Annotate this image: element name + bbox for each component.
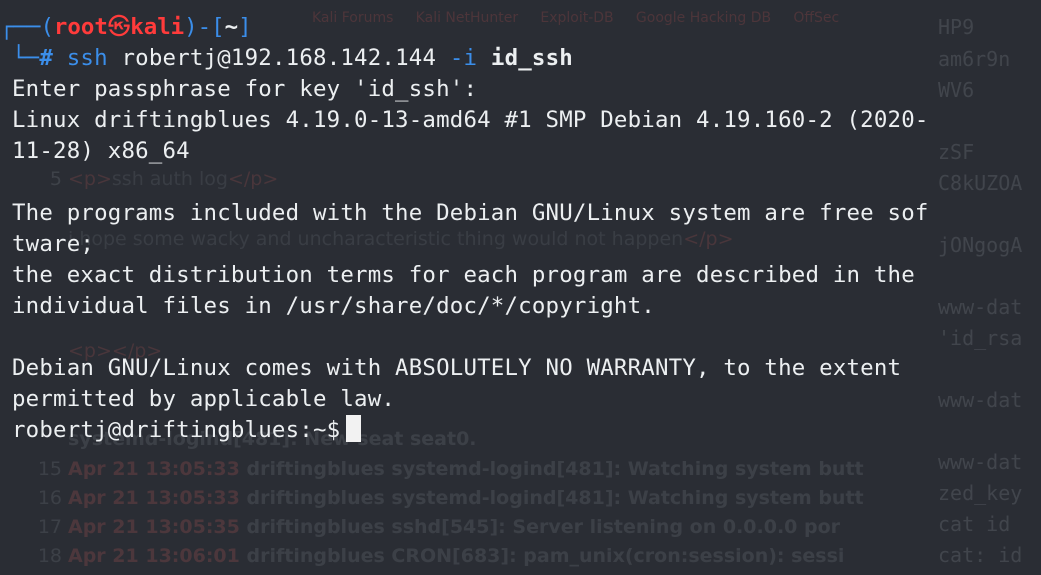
ghost-side-text: zed_key	[938, 481, 1023, 505]
uname-line-1: Linux driftingblues 4.19.0-13-amd64 #1 S…	[12, 107, 929, 133]
ghost-log-line: 18 Apr 21 13:06:01 driftingblues CRON[683…	[37, 545, 845, 567]
prompt-hash: #	[39, 45, 54, 71]
ghost-side-text: cat id	[938, 512, 1011, 536]
ghost-log-line: 16 Apr 21 13:05:33 driftingblues systemd-…	[37, 487, 864, 509]
ghost-side-text: cat: id	[938, 543, 1023, 567]
terminal-window[interactable]: Kali Forums Kali NetHunter Exploit-DB Go…	[0, 0, 1041, 575]
prompt-host: kali	[130, 14, 185, 40]
motd-line-4: individual files in /usr/share/doc/*/cop…	[12, 293, 655, 319]
remote-prompt-line[interactable]: robertj@driftingblues:~$	[12, 415, 1032, 446]
command-bin: ssh	[66, 45, 108, 71]
terminal-output[interactable]: └─# ssh robertj@192.168.142.144 -i id_ss…	[12, 43, 1032, 446]
command-target: robertj@192.168.142.144	[121, 45, 437, 71]
ghost-side-text: HP9	[938, 15, 975, 39]
kali-prompt-header: ┌──(root㉿kali)-[~]	[0, 14, 252, 40]
passphrase-prompt: Enter passphrase for key 'id_ssh':	[12, 76, 478, 102]
warranty-line-2: permitted by applicable law.	[12, 386, 396, 412]
motd-line-1: The programs included with the Debian GN…	[12, 200, 929, 226]
command-line: └─# ssh robertj@192.168.142.144 -i id_ss…	[12, 45, 573, 71]
skull-icon: ㉿	[107, 14, 131, 40]
motd-line-2: tware;	[12, 231, 95, 257]
command-file: id_ssh	[490, 45, 573, 71]
remote-prompt: robertj@driftingblues:~$	[12, 417, 341, 443]
terminal-cursor[interactable]	[346, 415, 362, 442]
motd-line-3: the exact distribution terms for each pr…	[12, 262, 915, 288]
prompt-user: root	[53, 14, 108, 40]
warranty-line-1: Debian GNU/Linux comes with ABSOLUTELY N…	[12, 355, 902, 381]
uname-line-2: 11-28) x86_64	[12, 138, 190, 164]
prompt-cwd: ~	[224, 14, 239, 40]
ghost-side-text: www-dat	[938, 450, 1023, 474]
command-flag: -i	[449, 45, 478, 71]
ghost-log-line: 17 Apr 21 13:05:35 driftingblues sshd[545…	[37, 516, 841, 538]
ghost-tab: Kali Forums Kali NetHunter Exploit-DB Go…	[312, 10, 840, 26]
ghost-log-line: 15 Apr 21 13:05:33 driftingblues systemd-…	[37, 458, 864, 480]
